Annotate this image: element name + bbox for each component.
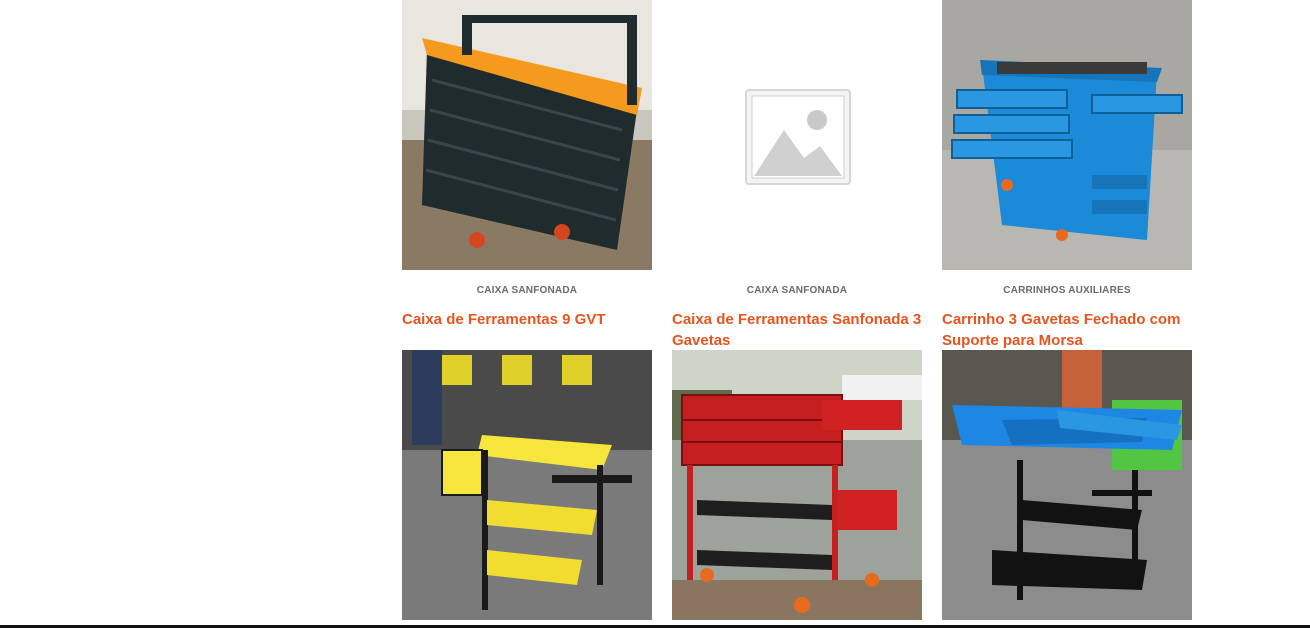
blue-drawer-cart-photo — [942, 0, 1192, 270]
product-image-caixa-9-gvt[interactable] — [402, 0, 652, 270]
product-title-link[interactable]: Carrinho 3 Gavetas Fechado com Suporte p… — [942, 309, 1192, 351]
product-image-yellow-cart[interactable] — [402, 350, 652, 620]
orange-black-toolbox-photo — [402, 0, 652, 270]
product-image-red-cart[interactable] — [672, 350, 922, 620]
product-title-link[interactable]: Caixa de Ferramentas 9 GVT — [402, 309, 652, 330]
product-category[interactable]: CARRINHOS AUXILIARES — [942, 285, 1192, 296]
product-category[interactable]: CAIXA SANFONADA — [672, 285, 922, 296]
yellow-black-cart-photo — [402, 350, 652, 620]
product-image-blue-black-cart[interactable] — [942, 350, 1192, 620]
product-title-link[interactable]: Caixa de Ferramentas Sanfonada 3 Gavetas — [672, 309, 922, 351]
placeholder-image-icon — [672, 0, 922, 270]
product-image-sanfonada-3-gavetas[interactable] — [672, 0, 922, 270]
red-drawer-cart-photo — [672, 350, 922, 620]
product-image-carrinho-3-gavetas[interactable] — [942, 0, 1192, 270]
product-category[interactable]: CAIXA SANFONADA — [402, 285, 652, 296]
blue-black-toolbox-cart-photo — [942, 350, 1192, 620]
